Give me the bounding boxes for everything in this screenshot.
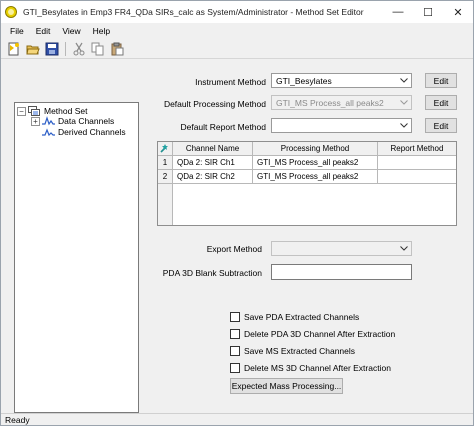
row-number[interactable]: 2 bbox=[158, 170, 173, 184]
cell-channel-name[interactable]: QDa 2: SIR Ch2 bbox=[173, 170, 253, 184]
tree-label-method-set: Method Set bbox=[44, 106, 88, 116]
window-title: GTI_Besylates in Emp3 FR4_QDa SIRs_calc … bbox=[23, 7, 364, 17]
row-number[interactable]: 1 bbox=[158, 156, 173, 170]
save-ms-label: Save MS Extracted Channels bbox=[244, 346, 356, 356]
chevron-down-icon bbox=[397, 242, 411, 255]
delete-ms-checkbox[interactable]: Delete MS 3D Channel After Extraction bbox=[230, 363, 391, 373]
new-icon[interactable] bbox=[6, 41, 22, 57]
cell-processing-method[interactable]: GTI_MS Process_all peaks2 bbox=[253, 156, 378, 170]
save-pda-checkbox[interactable]: Save PDA Extracted Channels bbox=[230, 312, 359, 322]
status-text: Ready bbox=[5, 415, 30, 425]
checkbox-box[interactable] bbox=[230, 346, 240, 356]
collapse-toggle[interactable]: − bbox=[17, 106, 26, 116]
column-header-channel-name[interactable]: Channel Name bbox=[173, 142, 253, 156]
title-bar: GTI_Besylates in Emp3 FR4_QDa SIRs_calc … bbox=[1, 1, 473, 23]
processing-method-value: GTI_MS Process_all peaks2 bbox=[276, 97, 384, 108]
expected-mass-processing-button[interactable]: Expected Mass Processing... bbox=[230, 378, 343, 394]
menu-edit[interactable]: Edit bbox=[30, 26, 57, 36]
delete-pda-checkbox[interactable]: Delete PDA 3D Channel After Extraction bbox=[230, 329, 395, 339]
paste-icon[interactable] bbox=[109, 41, 125, 57]
cell-channel-name[interactable]: QDa 2: SIR Ch1 bbox=[173, 156, 253, 170]
wizard-icon bbox=[160, 143, 170, 155]
pda-blank-subtraction-input[interactable] bbox=[271, 264, 412, 280]
chevron-down-icon bbox=[397, 96, 411, 109]
pda-blank-subtraction-label: PDA 3D Blank Subtraction bbox=[162, 268, 262, 278]
toolbar bbox=[1, 39, 473, 59]
report-method-dropdown[interactable] bbox=[271, 118, 412, 133]
app-icon bbox=[5, 6, 17, 18]
column-header-report-method[interactable]: Report Method bbox=[378, 142, 456, 156]
cell-report-method[interactable] bbox=[378, 170, 456, 184]
tree-item-derived-channels[interactable]: Derived Channels bbox=[42, 127, 126, 137]
expand-toggle[interactable]: + bbox=[31, 116, 40, 126]
checkbox-box[interactable] bbox=[230, 329, 240, 339]
cut-icon[interactable] bbox=[71, 41, 87, 57]
checkbox-box[interactable] bbox=[230, 312, 240, 322]
edit-report-button[interactable]: Edit bbox=[425, 118, 457, 133]
tree-item-data-channels[interactable]: + Data Channels bbox=[31, 116, 114, 126]
save-pda-label: Save PDA Extracted Channels bbox=[244, 312, 360, 322]
chevron-down-icon bbox=[397, 119, 411, 132]
export-method-label: Export Method bbox=[206, 244, 262, 254]
tree-label-data-channels: Data Channels bbox=[58, 116, 115, 126]
save-ms-checkbox[interactable]: Save MS Extracted Channels bbox=[230, 346, 355, 356]
grid-corner[interactable] bbox=[158, 142, 173, 156]
menu-file[interactable]: File bbox=[4, 26, 30, 36]
chevron-down-icon bbox=[397, 74, 411, 87]
edit-instrument-button[interactable]: Edit bbox=[425, 73, 457, 88]
cell-processing-method[interactable]: GTI_MS Process_all peaks2 bbox=[253, 170, 378, 184]
menu-bar: File Edit View Help bbox=[1, 23, 473, 39]
channel-wave-icon bbox=[42, 116, 55, 126]
close-button[interactable]: ✕ bbox=[443, 1, 473, 23]
cell-report-method[interactable] bbox=[378, 156, 456, 170]
export-method-dropdown[interactable] bbox=[271, 241, 412, 256]
checkbox-box[interactable] bbox=[230, 363, 240, 373]
instrument-method-value: GTI_Besylates bbox=[276, 75, 332, 86]
tree-label-derived-channels: Derived Channels bbox=[58, 127, 126, 137]
copy-icon[interactable] bbox=[90, 41, 106, 57]
menu-help[interactable]: Help bbox=[87, 26, 116, 36]
toolbar-separator bbox=[65, 41, 66, 56]
instrument-method-dropdown[interactable]: GTI_Besylates bbox=[271, 73, 412, 88]
instrument-method-label: Instrument Method bbox=[195, 77, 266, 87]
method-set-icon bbox=[28, 106, 41, 116]
report-method-label: Default Report Method bbox=[180, 122, 266, 132]
channels-grid[interactable]: Channel Name Processing Method Report Me… bbox=[157, 141, 457, 226]
status-bar: Ready bbox=[1, 413, 473, 425]
open-icon[interactable] bbox=[25, 41, 41, 57]
method-set-tree[interactable]: − Method Set + Data Channels Derived Cha… bbox=[14, 102, 139, 413]
save-icon[interactable] bbox=[44, 41, 60, 57]
processing-method-label: Default Processing Method bbox=[163, 99, 266, 109]
column-header-processing-method[interactable]: Processing Method bbox=[253, 142, 378, 156]
processing-method-dropdown[interactable]: GTI_MS Process_all peaks2 bbox=[271, 95, 412, 110]
delete-pda-label: Delete PDA 3D Channel After Extraction bbox=[244, 329, 396, 339]
method-set-editor-window: GTI_Besylates in Emp3 FR4_QDa SIRs_calc … bbox=[0, 0, 474, 426]
derived-channel-icon bbox=[42, 127, 55, 137]
row-header-filler bbox=[158, 184, 173, 225]
minimize-button[interactable]: — bbox=[383, 1, 413, 23]
maximize-button[interactable]: ☐ bbox=[413, 1, 443, 23]
tree-item-method-set[interactable]: − Method Set bbox=[17, 106, 87, 116]
delete-ms-label: Delete MS 3D Channel After Extraction bbox=[244, 363, 391, 373]
edit-processing-button[interactable]: Edit bbox=[425, 95, 457, 110]
menu-view[interactable]: View bbox=[56, 26, 86, 36]
